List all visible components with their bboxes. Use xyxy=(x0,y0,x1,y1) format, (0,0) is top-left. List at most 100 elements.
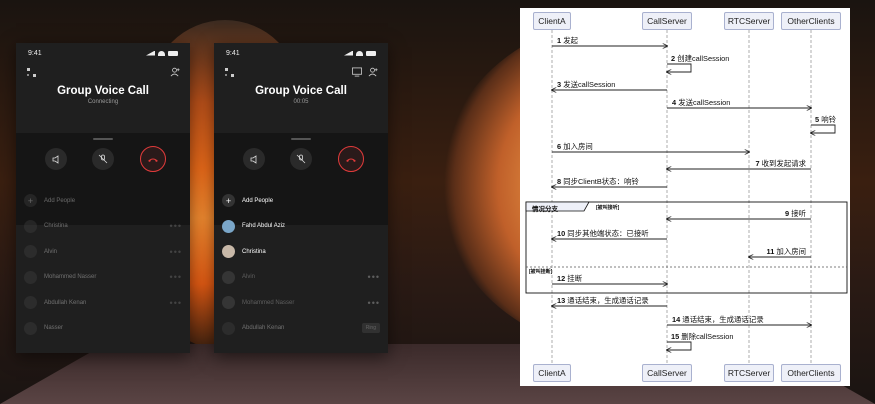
status-time: 9:41 xyxy=(226,49,240,57)
alt-guard-answer: [被叫接听] xyxy=(596,205,620,211)
participant-row[interactable]: Nasser xyxy=(16,316,190,342)
participant-name: Abdullah Kenan xyxy=(242,325,285,332)
alt-guard-hangup: [被叫挂断] xyxy=(529,269,553,275)
actor-clienta-bottom: ClientA xyxy=(533,364,571,382)
add-people-row[interactable]: + Add People xyxy=(214,188,388,214)
diagram-lines xyxy=(525,30,848,364)
participant-name: Christina xyxy=(242,248,266,255)
actor-otherclients-top: OtherClients xyxy=(781,12,841,30)
mute-button[interactable] xyxy=(92,148,114,170)
message-label: 9 接听 xyxy=(785,209,806,218)
avatar xyxy=(24,245,37,259)
self-message-arrow xyxy=(667,341,692,350)
actor-callserver-bottom: CallServer xyxy=(642,364,692,382)
end-call-button[interactable] xyxy=(140,146,166,172)
add-people-label: Add People xyxy=(44,197,76,204)
minimize-icon[interactable] xyxy=(224,67,234,77)
avatar xyxy=(24,296,37,310)
message-text: 加入房间 xyxy=(563,142,593,151)
more-options-icon[interactable]: ••• xyxy=(368,272,380,282)
participant-row[interactable]: Fahd Abdul Aziz xyxy=(214,214,388,240)
participant-name: Mohammed Nasser xyxy=(242,299,295,306)
message-label: 1 发起 xyxy=(557,36,578,45)
more-options-icon[interactable]: ••• xyxy=(170,272,182,282)
wifi-icon xyxy=(356,50,363,56)
screen-share-icon[interactable] xyxy=(352,67,362,77)
avatar xyxy=(222,245,235,259)
wifi-icon xyxy=(158,50,165,56)
participant-row[interactable]: Alvin ••• xyxy=(214,265,388,291)
status-bar: 9:41 xyxy=(214,43,388,63)
participant-row[interactable]: Mohammed Nasser ••• xyxy=(16,265,190,291)
speaker-button[interactable] xyxy=(243,148,265,170)
participant-row[interactable]: Christina xyxy=(214,239,388,265)
more-options-icon[interactable]: ••• xyxy=(368,298,380,308)
end-call-button[interactable] xyxy=(338,146,364,172)
participant-name: Nasser xyxy=(44,325,64,332)
participant-row[interactable]: Abdullah Kenan Ring xyxy=(214,316,388,342)
message-label: 11 加入房间 xyxy=(766,247,806,256)
message-text: 发起 xyxy=(563,36,578,45)
add-people-label: Add People xyxy=(242,197,274,204)
participant-name: Abdullah Kenan xyxy=(44,299,87,306)
status-bar: 9:41 xyxy=(16,43,190,63)
mic-off-icon xyxy=(296,154,306,164)
message-text: 挂断 xyxy=(567,274,583,283)
actor-callserver-top: CallServer xyxy=(642,12,692,30)
message-text: 加入房间 xyxy=(776,247,806,256)
mic-off-icon xyxy=(98,154,108,164)
message-text: 发送callSession xyxy=(678,98,731,107)
hang-up-icon xyxy=(148,158,158,162)
speaker-icon xyxy=(52,154,58,164)
more-options-icon[interactable]: ••• xyxy=(170,247,182,257)
drag-handle[interactable] xyxy=(93,138,113,140)
message-text: 发送callSession xyxy=(563,80,616,89)
participant-list: + Add People Christina ••• Alvin ••• Moh… xyxy=(16,188,190,341)
message-label: 5 响铃 xyxy=(815,115,836,124)
battery-icon xyxy=(168,50,178,56)
phone-screen-connecting: 9:41 Group Voice Call Connecting + Add P… xyxy=(16,43,190,353)
participant-row[interactable]: Mohammed Nasser ••• xyxy=(214,290,388,316)
sequence-diagram: 情况分支 [被叫接听] [被叫挂断] 1 发起 2 创建callSession 3 发送c… xyxy=(520,8,850,386)
add-participant-icon[interactable] xyxy=(368,67,378,77)
minimize-icon[interactable] xyxy=(26,67,36,77)
message-label: 4 发送callSession xyxy=(672,98,731,107)
message-label: 10 同步其他端状态：已接听 xyxy=(557,229,649,238)
participant-row[interactable]: Christina ••• xyxy=(16,214,190,240)
message-label: 12 挂断 xyxy=(557,274,583,283)
add-people-row[interactable]: + Add People xyxy=(16,188,190,214)
avatar xyxy=(24,219,37,233)
message-label: 6 加入房间 xyxy=(557,142,593,151)
avatar xyxy=(24,321,37,335)
participant-row[interactable]: Abdullah Kenan ••• xyxy=(16,290,190,316)
message-text: 同步其他端状态：已接听 xyxy=(567,229,649,238)
message-text: 删除callSession xyxy=(681,332,734,341)
avatar xyxy=(222,219,235,233)
participant-name: Alvin xyxy=(44,248,58,255)
signal-icon xyxy=(146,50,155,56)
participant-row[interactable]: Alvin ••• xyxy=(16,239,190,265)
more-options-icon[interactable]: ••• xyxy=(170,298,182,308)
speaker-button[interactable] xyxy=(45,148,67,170)
message-label: 3 发送callSession xyxy=(557,80,616,89)
ring-button[interactable]: Ring xyxy=(361,323,380,334)
self-message-arrow xyxy=(811,124,836,133)
message-label: 14 通话结束，生成通话记录 xyxy=(672,315,764,324)
message-text: 同步ClientB状态：响铃 xyxy=(563,177,639,186)
more-options-icon[interactable]: ••• xyxy=(170,221,182,231)
message-text: 响铃 xyxy=(821,115,836,124)
add-participant-icon[interactable] xyxy=(170,67,180,77)
battery-icon xyxy=(366,50,376,56)
message-text: 创建callSession xyxy=(677,54,730,63)
message-label: 2 创建callSession xyxy=(671,54,730,63)
drag-handle[interactable] xyxy=(291,138,311,140)
participant-name: Christina xyxy=(44,223,68,230)
call-status: Connecting xyxy=(87,99,119,105)
mute-button[interactable] xyxy=(290,148,312,170)
message-label: 15 删除callSession xyxy=(671,332,734,341)
actor-rtcserver-bottom: RTCServer xyxy=(724,364,774,382)
avatar xyxy=(222,321,235,335)
message-text: 收到发起请求 xyxy=(761,159,806,168)
avatar xyxy=(222,270,235,284)
signal-icon xyxy=(344,50,353,56)
